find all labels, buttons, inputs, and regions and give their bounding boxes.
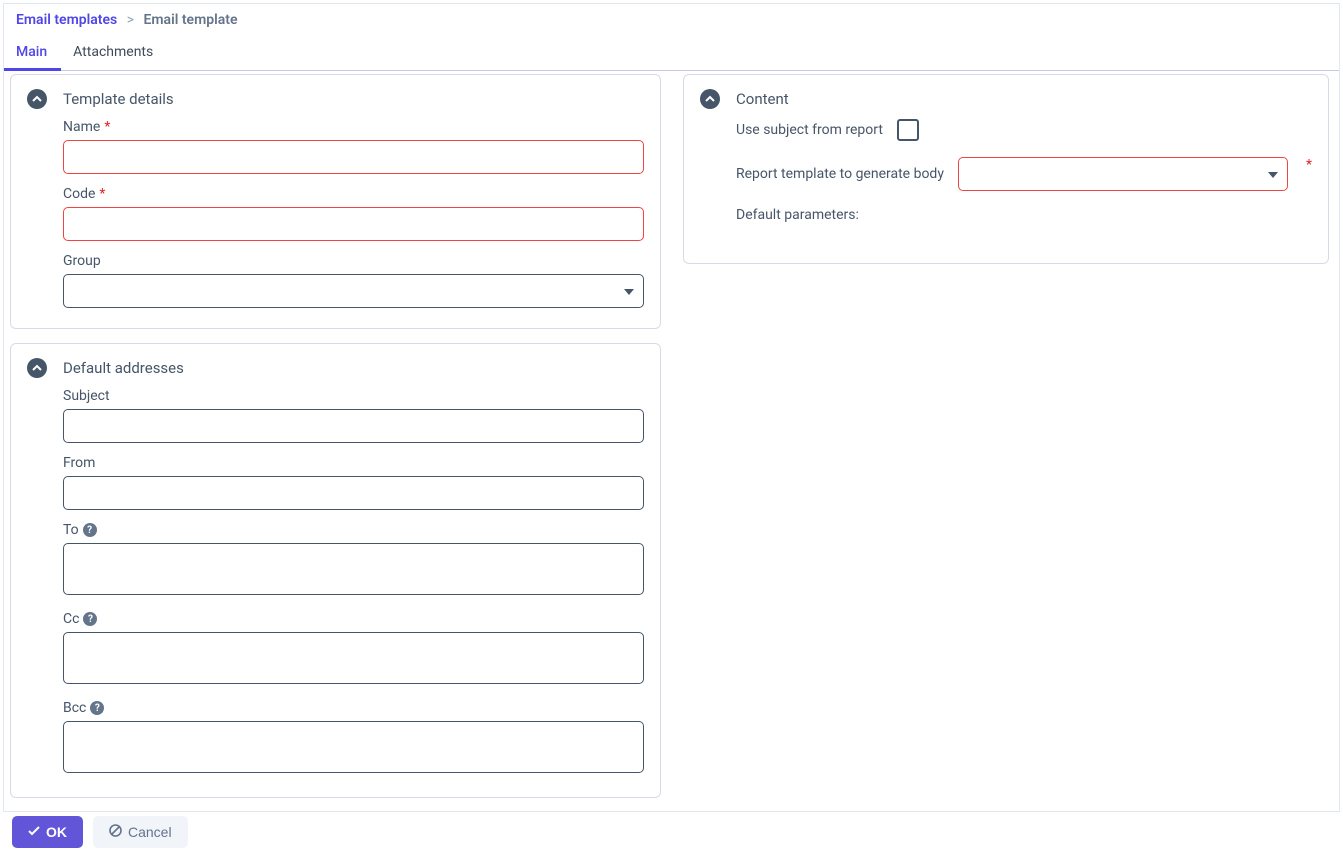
code-input[interactable]: [63, 207, 644, 241]
code-label: Code*: [63, 186, 644, 202]
panel-title: Content: [736, 90, 789, 108]
cc-input[interactable]: [63, 632, 644, 684]
use-subject-checkbox[interactable]: [897, 119, 919, 141]
subject-input[interactable]: [63, 409, 644, 443]
collapse-icon[interactable]: [27, 358, 47, 378]
use-subject-label: Use subject from report: [736, 122, 883, 138]
name-input[interactable]: [63, 140, 644, 174]
from-label: From: [63, 455, 644, 471]
group-label: Group: [63, 253, 644, 269]
default-parameters-label: Default parameters:: [736, 207, 859, 223]
ok-button[interactable]: OK: [12, 816, 83, 848]
check-icon: [28, 825, 40, 839]
cancel-icon: [109, 824, 122, 840]
panel-default-addresses: Default addresses Subject From: [10, 343, 661, 798]
footer-actions: OK Cancel: [4, 808, 1339, 856]
to-label: To ?: [63, 522, 644, 538]
panel-title: Default addresses: [63, 359, 184, 377]
cancel-button[interactable]: Cancel: [93, 816, 188, 848]
to-input[interactable]: [63, 543, 644, 595]
report-template-label: Report template to generate body: [736, 166, 944, 182]
panel-content: Content Use subject from report Report t…: [683, 74, 1329, 264]
panel-template-details: Template details Name* Code* G: [10, 74, 661, 329]
collapse-icon[interactable]: [27, 89, 47, 109]
from-input[interactable]: [63, 476, 644, 510]
report-template-select[interactable]: [958, 157, 1288, 191]
name-label: Name*: [63, 119, 644, 135]
email-template-editor: Email templates > Email template Main At…: [3, 3, 1340, 812]
collapse-icon[interactable]: [700, 89, 720, 109]
tab-attachments[interactable]: Attachments: [61, 36, 167, 70]
cc-label: Cc ?: [63, 611, 644, 627]
breadcrumb-separator: >: [127, 12, 134, 28]
breadcrumb-current: Email template: [144, 12, 238, 28]
breadcrumb-parent-link[interactable]: Email templates: [16, 12, 117, 28]
help-icon[interactable]: ?: [90, 701, 104, 715]
help-icon[interactable]: ?: [83, 523, 97, 537]
bcc-input[interactable]: [63, 721, 644, 773]
panel-title: Template details: [63, 90, 174, 108]
breadcrumb: Email templates > Email template: [4, 4, 1339, 32]
subject-label: Subject: [63, 388, 644, 404]
help-icon[interactable]: ?: [83, 612, 97, 626]
tabs: Main Attachments: [4, 36, 1339, 71]
group-select[interactable]: [63, 274, 644, 308]
tab-main[interactable]: Main: [4, 36, 61, 71]
bcc-label: Bcc ?: [63, 700, 644, 716]
